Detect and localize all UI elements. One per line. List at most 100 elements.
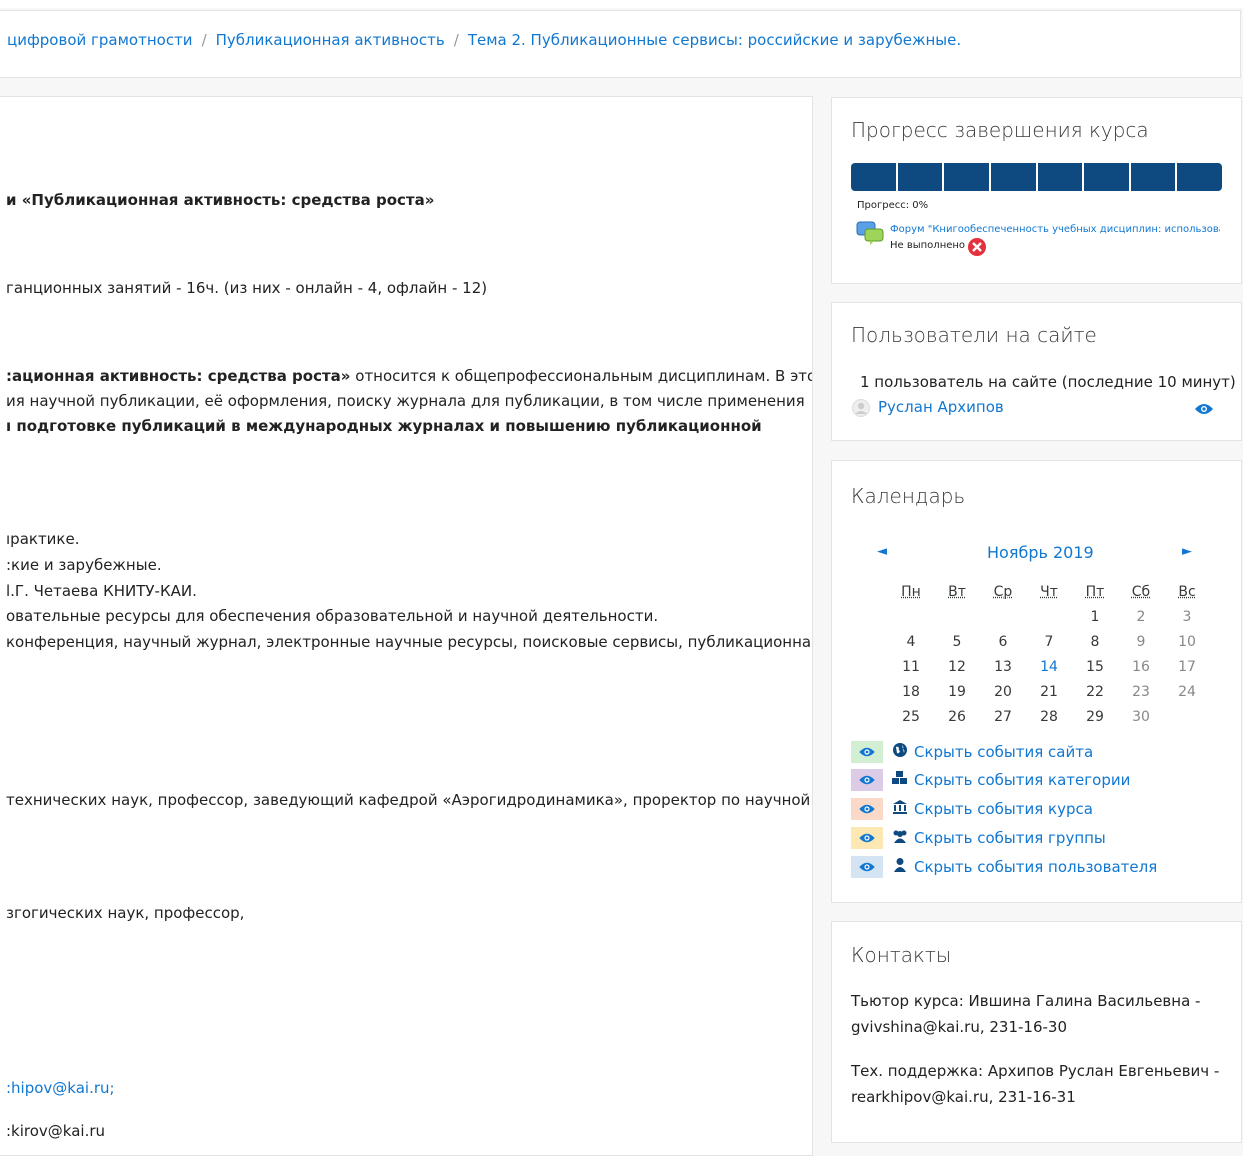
calendar-day[interactable]: 22 xyxy=(1072,679,1118,704)
course-hours: ганционных занятий - 16ч. (из них - онла… xyxy=(6,279,487,297)
calendar-day[interactable]: 23 xyxy=(1118,679,1164,704)
calendar-week: 18 19 20 21 22 23 24 xyxy=(888,679,1210,704)
calendar-day[interactable]: 2 xyxy=(1118,604,1164,629)
calendar-day[interactable]: 20 xyxy=(980,679,1026,704)
calendar-day[interactable]: 12 xyxy=(934,654,980,679)
course-title: и «Публикационная активность: средства р… xyxy=(6,191,434,209)
legend-label: Скрыть события категории xyxy=(914,771,1130,789)
current-month[interactable]: Ноябрь 2019 xyxy=(987,543,1094,562)
calendar-day[interactable]: 29 xyxy=(1072,704,1118,729)
not-completed-icon xyxy=(967,237,987,261)
weekday-header: Пт xyxy=(1072,579,1118,604)
email-line-1: :hipov@kai.ru; xyxy=(6,1079,115,1097)
progress-segment[interactable] xyxy=(991,163,1038,191)
calendar-week: 25 26 27 28 29 30 xyxy=(888,704,1210,729)
calendar-day[interactable]: 16 xyxy=(1118,654,1164,679)
course-description-bold: :ационная активность: средства роста» xyxy=(6,367,351,385)
email-link[interactable]: :hipov@kai.ru; xyxy=(6,1079,115,1097)
course-description-line-3: ı подготовке публикаций в международных … xyxy=(6,417,762,435)
calendar-week: 1 2 3 xyxy=(888,604,1210,629)
calendar-day[interactable]: 24 xyxy=(1164,679,1210,704)
institution-icon xyxy=(891,799,909,819)
progress-segment[interactable] xyxy=(1038,163,1085,191)
course-description-line-1: :ационная активность: средства роста» от… xyxy=(6,367,813,385)
eye-icon[interactable] xyxy=(851,769,883,791)
topic-item: l.Г. Четаева КНИТУ-КАИ. xyxy=(6,582,197,600)
user-icon xyxy=(891,857,909,877)
breadcrumb-bar: цифровой грамотности / Публикационная акти… xyxy=(0,10,1241,78)
course-progress-block: Прогресс завершения курса Прогресс: 0% Ф… xyxy=(831,97,1242,284)
breadcrumb-link-course[interactable]: Публикационная активность xyxy=(216,31,445,49)
course-description-text: относится к общепрофессиональным дисципл… xyxy=(351,367,814,385)
tutor-contact: Тьютор курса: Ившина Галина Васильевна -… xyxy=(851,988,1200,1040)
weekday-row: Пн Вт Ср Чт Пт Сб Вс xyxy=(888,579,1210,604)
calendar-day[interactable]: 4 xyxy=(888,629,934,654)
breadcrumb-separator: / xyxy=(202,31,207,49)
breadcrumb-link-course-category[interactable]: цифровой грамотности xyxy=(7,31,193,49)
calendar-day[interactable]: 11 xyxy=(888,654,934,679)
calendar-day[interactable]: 27 xyxy=(980,704,1026,729)
breadcrumb-link-topic[interactable]: Тема 2. Публикационные сервисы: российск… xyxy=(468,31,961,49)
weekday-header: Вт xyxy=(934,579,980,604)
email-line-2: :kirov@kai.ru xyxy=(6,1122,105,1140)
calendar-day[interactable]: 28 xyxy=(1026,704,1072,729)
block-title: Календарь xyxy=(851,484,965,508)
top-header-strip xyxy=(0,0,1243,8)
weekday-header: Ср xyxy=(980,579,1026,604)
calendar-day[interactable]: 10 xyxy=(1164,629,1210,654)
calendar-day[interactable]: 3 xyxy=(1164,604,1210,629)
progress-segment[interactable] xyxy=(1084,163,1131,191)
calendar-block: Календарь ◄ Ноябрь 2019 ► Пн Вт Ср Чт Пт… xyxy=(831,460,1242,903)
legend-category-events[interactable]: Скрыть события категории xyxy=(851,767,1130,793)
breadcrumb: цифровой грамотности / Публикационная акти… xyxy=(7,31,961,49)
calendar-day xyxy=(1026,604,1072,629)
block-title: Прогресс завершения курса xyxy=(851,118,1149,142)
legend-site-events[interactable]: Скрыть события сайта xyxy=(851,739,1093,765)
legend-course-events[interactable]: Скрыть события курса xyxy=(851,796,1093,822)
cubes-icon xyxy=(891,770,909,790)
legend-label: Скрыть события курса xyxy=(914,800,1093,818)
calendar-day[interactable]: 7 xyxy=(1026,629,1072,654)
calendar-day[interactable]: 21 xyxy=(1026,679,1072,704)
calendar-day-today[interactable]: 14 xyxy=(1026,654,1072,679)
globe-icon xyxy=(891,742,909,762)
calendar-day[interactable]: 18 xyxy=(888,679,934,704)
prev-month-arrow[interactable]: ◄ xyxy=(877,544,887,559)
calendar-day[interactable]: 15 xyxy=(1072,654,1118,679)
topic-item: овательные ресурсы для обеспечения образ… xyxy=(6,607,658,625)
calendar-day[interactable]: 1 xyxy=(1072,604,1118,629)
progress-segment[interactable] xyxy=(851,163,898,191)
progress-segment[interactable] xyxy=(898,163,945,191)
calendar-day[interactable]: 17 xyxy=(1164,654,1210,679)
users-icon xyxy=(891,828,909,848)
calendar-day[interactable]: 5 xyxy=(934,629,980,654)
calendar-day[interactable]: 6 xyxy=(980,629,1026,654)
calendar-grid: Пн Вт Ср Чт Пт Сб Вс 1 2 3 4 5 6 7 8 9 1… xyxy=(888,579,1210,729)
calendar-day[interactable]: 26 xyxy=(934,704,980,729)
progress-segment[interactable] xyxy=(1131,163,1178,191)
eye-icon[interactable] xyxy=(851,798,883,820)
calendar-day[interactable]: 25 xyxy=(888,704,934,729)
online-user-link[interactable]: Руслан Архипов xyxy=(878,398,1004,416)
progress-segment[interactable] xyxy=(1177,163,1222,191)
calendar-day[interactable]: 13 xyxy=(980,654,1026,679)
calendar-day[interactable]: 9 xyxy=(1118,629,1164,654)
eye-icon[interactable] xyxy=(851,856,883,878)
eye-icon[interactable] xyxy=(851,827,883,849)
forum-icon xyxy=(856,220,886,250)
eye-icon[interactable] xyxy=(851,741,883,763)
calendar-day[interactable]: 30 xyxy=(1118,704,1164,729)
calendar-day[interactable]: 19 xyxy=(934,679,980,704)
forum-activity-link[interactable]: Форум "Книгообеспеченность учебных дисци… xyxy=(890,224,1220,235)
legend-user-events[interactable]: Скрыть события пользователя xyxy=(851,854,1157,880)
course-description-line-2: ия научной публикации, её оформления, по… xyxy=(6,392,805,410)
weekday-header: Сб xyxy=(1118,579,1164,604)
activity-status: Не выполнено xyxy=(890,240,965,251)
calendar-week: 4 5 6 7 8 9 10 xyxy=(888,629,1210,654)
eye-icon[interactable] xyxy=(1194,402,1214,420)
calendar-day[interactable]: 8 xyxy=(1072,629,1118,654)
legend-group-events[interactable]: Скрыть события группы xyxy=(851,825,1106,851)
topic-item: конференция, научный журнал, электронные… xyxy=(6,633,813,651)
next-month-arrow[interactable]: ► xyxy=(1182,544,1192,559)
progress-segment[interactable] xyxy=(944,163,991,191)
